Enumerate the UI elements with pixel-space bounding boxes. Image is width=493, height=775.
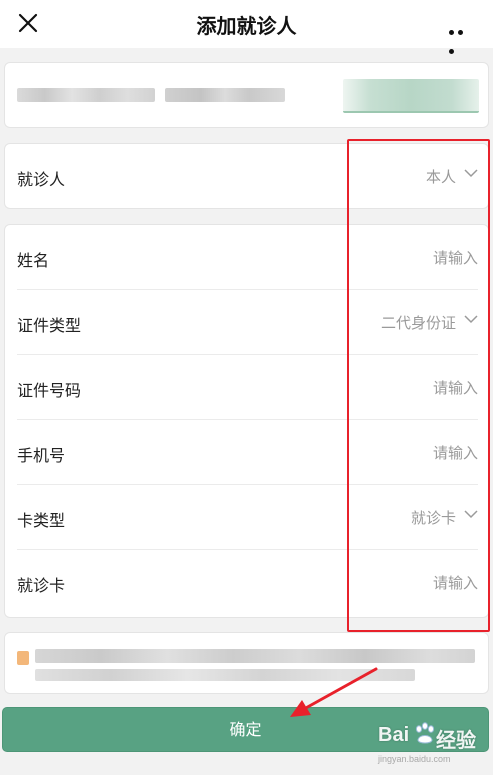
watermark-url: jingyan.baidu.com [378,754,451,764]
blurred-text [17,88,155,102]
watermark-brand-left: Bai [378,724,410,746]
annotation-highlight-box [347,139,490,632]
paw-logo-icon [415,722,435,744]
id-number-label: 证件号码 [17,381,82,400]
blurred-text [35,669,415,681]
blurred-info-card [4,62,489,128]
card-number-label: 就诊卡 [17,576,66,595]
watermark-brand-right: 经验 [436,730,476,752]
blurred-notice-card [4,632,489,694]
more-options-icon[interactable] [449,20,475,54]
card-type-label: 卡类型 [17,511,66,530]
top-bar: 添加就诊人 [0,0,493,54]
blurred-text [35,649,475,663]
blurred-button[interactable] [343,79,479,113]
phone-label: 手机号 [17,446,66,465]
blurred-text [165,88,285,102]
name-label: 姓名 [17,251,50,270]
patient-label: 就诊人 [17,170,66,189]
page-title: 添加就诊人 [196,14,297,38]
baidu-watermark: Bai 经验 jingyan.baidu.com [378,722,488,770]
id-type-label: 证件类型 [17,316,82,335]
warning-marker [17,651,29,665]
